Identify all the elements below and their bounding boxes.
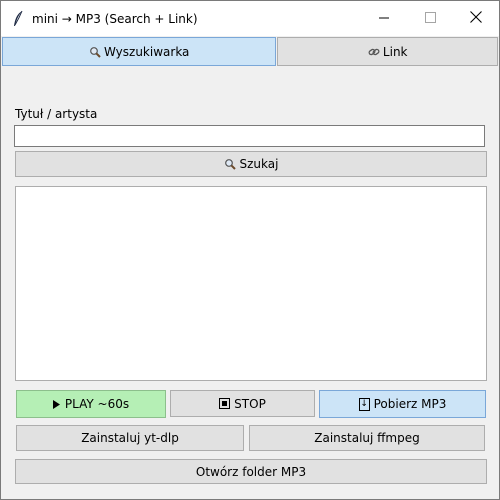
- results-list[interactable]: [15, 186, 487, 381]
- stop-button[interactable]: STOP: [170, 390, 315, 417]
- download-button-label: Pobierz MP3: [373, 397, 447, 411]
- tab-link[interactable]: Link: [277, 37, 498, 66]
- window-controls: [361, 1, 499, 36]
- tab-bar: Wyszukiwarka Link: [2, 37, 498, 66]
- stop-button-label: STOP: [234, 396, 266, 411]
- maximize-button[interactable]: [407, 1, 453, 36]
- search-field-label: Tytuł / artysta: [15, 107, 98, 121]
- minimize-button[interactable]: [361, 1, 407, 36]
- open-mp3-folder-button[interactable]: Otwórz folder MP3: [15, 459, 487, 484]
- close-icon: [470, 11, 482, 26]
- download-mp3-button[interactable]: ↓ Pobierz MP3: [319, 390, 486, 418]
- maximize-icon: [424, 11, 436, 26]
- download-arrow-icon: ↓: [358, 397, 370, 411]
- play-button-label: PLAY ~60s: [64, 397, 130, 411]
- tab-label: Link: [382, 44, 408, 59]
- window-title: mini → MP3 (Search + Link): [32, 11, 198, 26]
- link-icon: [368, 46, 380, 58]
- search-input[interactable]: [14, 125, 485, 147]
- minimize-icon: [378, 12, 390, 26]
- tab-search[interactable]: Wyszukiwarka: [2, 37, 277, 66]
- search-button[interactable]: Szukaj: [15, 151, 487, 177]
- install-ffmpeg-button[interactable]: Zainstaluj ffmpeg: [249, 425, 485, 451]
- stop-square-icon: [219, 398, 231, 409]
- app-window: mini → MP3 (Search + Link) Wyszukiwarka …: [0, 0, 500, 500]
- install-ytdlp-label: Zainstaluj yt-dlp: [81, 431, 179, 445]
- magnifier-icon: [89, 46, 101, 58]
- install-ytdlp-button[interactable]: Zainstaluj yt-dlp: [16, 425, 244, 451]
- install-ffmpeg-label: Zainstaluj ffmpeg: [314, 431, 420, 445]
- search-button-label: Szukaj: [239, 157, 279, 171]
- magnifier-icon: [224, 158, 236, 170]
- title-bar[interactable]: mini → MP3 (Search + Link): [1, 1, 499, 36]
- play-button[interactable]: PLAY ~60s: [16, 390, 166, 418]
- feather-icon: [10, 9, 26, 29]
- tab-label: Wyszukiwarka: [104, 44, 190, 59]
- close-button[interactable]: [453, 1, 499, 36]
- play-triangle-icon: [52, 399, 61, 409]
- open-folder-label: Otwórz folder MP3: [195, 464, 307, 479]
